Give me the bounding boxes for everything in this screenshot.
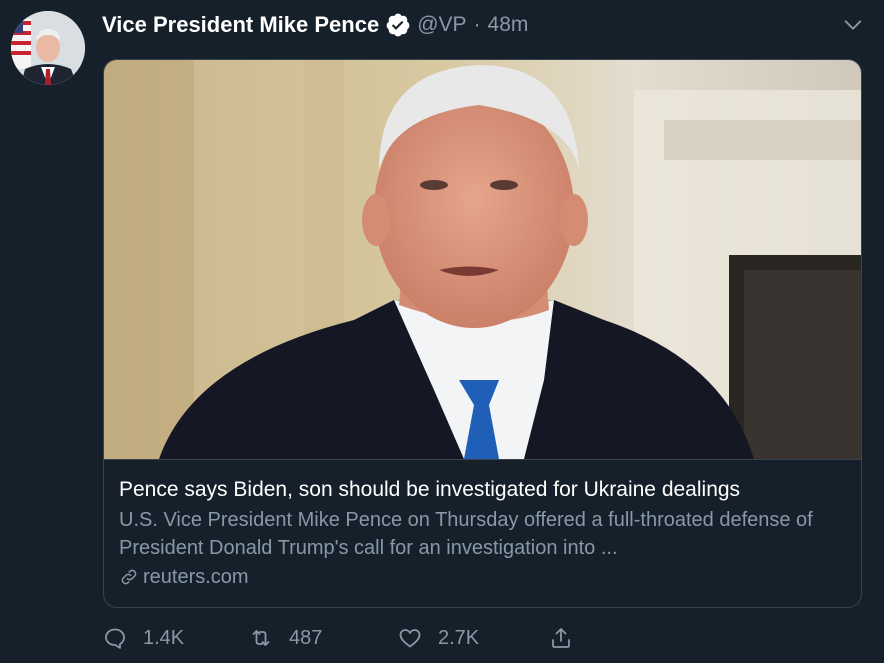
retweet-icon: [252, 630, 270, 646]
link-card[interactable]: Pence says Biden, son should be investig…: [103, 59, 862, 608]
tweet-header: Vice President Mike Pence @VP · 48m: [102, 10, 528, 40]
card-domain: reuters.com: [119, 563, 846, 591]
reply-icon: [105, 628, 125, 649]
verified-badge-icon: [385, 12, 411, 38]
like-button[interactable]: 2.7K: [398, 622, 479, 654]
retweet-button[interactable]: 487: [249, 622, 322, 654]
reply-count: 1.4K: [143, 626, 185, 649]
display-name[interactable]: Vice President Mike Pence: [102, 12, 379, 38]
avatar[interactable]: [11, 11, 85, 85]
reply-button[interactable]: 1.4K: [103, 622, 184, 654]
like-count: 2.7K: [438, 626, 480, 649]
action-bar: 1.4K 487 2.7K: [103, 622, 703, 654]
share-button[interactable]: [549, 622, 589, 654]
card-domain-text: reuters.com: [143, 566, 249, 588]
handle[interactable]: @VP: [417, 13, 466, 37]
card-description: U.S. Vice President Mike Pence on Thursd…: [119, 509, 813, 559]
flag-graphic: [11, 19, 31, 69]
tweet: Vice President Mike Pence @VP · 48m Penc…: [0, 0, 884, 663]
link-icon: [119, 567, 143, 587]
card-title[interactable]: Pence says Biden, son should be investig…: [119, 476, 846, 504]
heart-icon: [399, 629, 421, 648]
separator-dot: ·: [473, 13, 481, 36]
share-icon: [552, 628, 570, 648]
avatar-photo: [11, 11, 85, 85]
retweet-count: 487: [289, 626, 323, 649]
chevron-down-icon[interactable]: [842, 14, 864, 36]
card-text: Pence says Biden, son should be investig…: [104, 459, 861, 607]
card-image: [104, 60, 861, 459]
timestamp[interactable]: 48m: [488, 13, 529, 37]
